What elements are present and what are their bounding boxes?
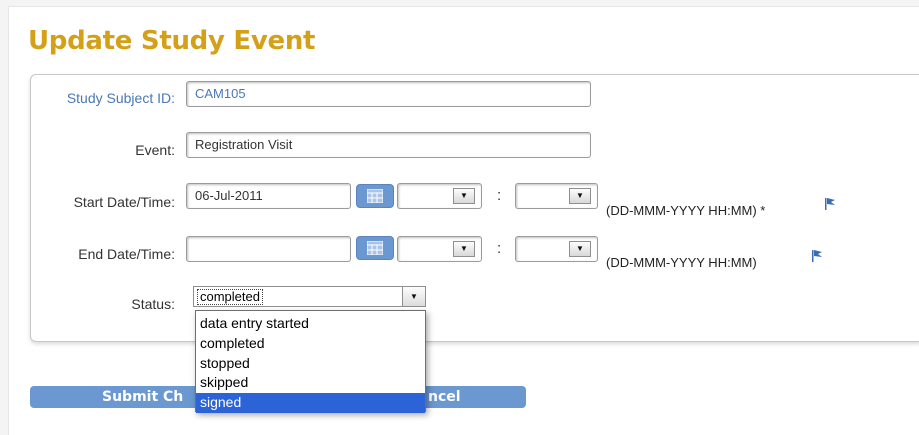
chevron-down-icon: ▼	[402, 287, 425, 306]
subject-id-label[interactable]: Study Subject ID:	[15, 90, 175, 106]
chevron-down-icon: ▼	[453, 188, 475, 204]
end-date-input[interactable]	[186, 236, 351, 262]
end-datetime-label: End Date/Time:	[78, 246, 175, 262]
status-option-data-entry-started[interactable]: data entry started	[196, 314, 425, 334]
chevron-down-icon: ▼	[569, 188, 591, 204]
submit-changes-button[interactable]: Submit Ch	[30, 386, 205, 408]
flag-icon[interactable]	[810, 249, 824, 263]
status-dropdown-list: data entry started completed stopped ski…	[195, 310, 426, 413]
start-date-input[interactable]: 06-Jul-2011	[186, 183, 351, 209]
status-option-completed[interactable]: completed	[196, 334, 425, 354]
end-minute-select[interactable]: ▼	[515, 236, 598, 262]
flag-icon[interactable]	[823, 197, 837, 211]
end-calendar-button[interactable]	[356, 236, 394, 260]
start-calendar-button[interactable]	[356, 184, 394, 208]
start-format-hint: (DD-MMM-YYYY HH:MM) *	[606, 203, 766, 218]
start-minute-select[interactable]: ▼	[515, 183, 598, 209]
end-format-hint: (DD-MMM-YYYY HH:MM)	[606, 255, 757, 270]
status-option-skipped[interactable]: skipped	[196, 373, 425, 393]
status-option-stopped[interactable]: stopped	[196, 354, 425, 374]
start-datetime-label: Start Date/Time:	[73, 194, 175, 210]
chevron-down-icon: ▼	[569, 241, 591, 257]
event-field[interactable]: Registration Visit	[186, 132, 591, 158]
status-option-signed[interactable]: signed	[196, 393, 425, 413]
end-hour-select[interactable]: ▼	[397, 236, 482, 262]
status-select[interactable]: completed ▼	[193, 286, 426, 307]
subject-id-field[interactable]: CAM105	[186, 81, 591, 107]
page-title: Update Study Event	[28, 26, 316, 56]
status-selected-value: completed	[197, 289, 263, 305]
status-label: Status:	[131, 296, 175, 312]
chevron-down-icon: ▼	[453, 241, 475, 257]
calendar-icon	[367, 241, 383, 255]
event-label: Event:	[135, 142, 175, 158]
start-hour-select[interactable]: ▼	[397, 183, 482, 209]
end-time-colon: :	[497, 240, 502, 257]
start-time-colon: :	[497, 187, 502, 204]
calendar-icon	[367, 189, 383, 203]
